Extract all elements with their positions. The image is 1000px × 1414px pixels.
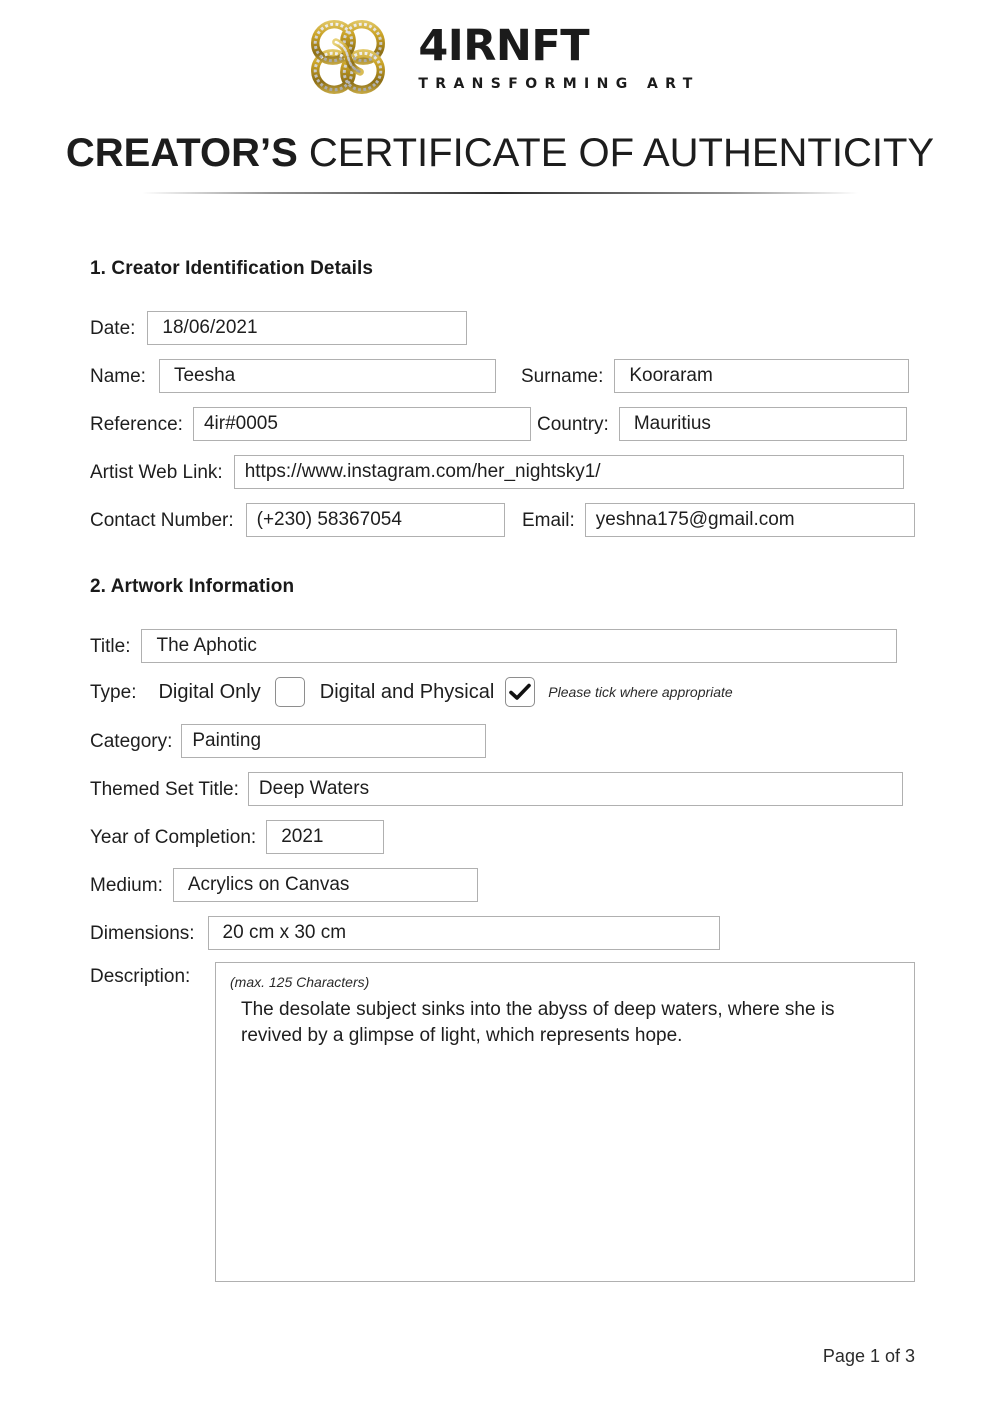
field-row-dimensions: Dimensions: 20 cm x 30 cm bbox=[90, 916, 720, 950]
year-of-completion-field[interactable]: 2021 bbox=[266, 820, 385, 854]
field-row-surname: Surname: Kooraram bbox=[521, 359, 910, 393]
field-row-year-of-completion: Year of Completion: 2021 bbox=[90, 820, 385, 854]
medium-label: Medium: bbox=[90, 874, 163, 896]
medium-field[interactable]: Acrylics on Canvas bbox=[172, 868, 478, 902]
type-option-digital-only-label: Digital Only bbox=[158, 680, 261, 703]
page-title-emphasis: CREATOR’S bbox=[65, 131, 298, 175]
brand-tagline: TRANSFORMING ART bbox=[418, 76, 700, 92]
type-label: Type: bbox=[90, 681, 137, 703]
field-row-date: Date: 18/06/2021 bbox=[90, 311, 468, 345]
field-row-name: Name: Teesha bbox=[90, 359, 496, 393]
field-row-themed-set-title: Themed Set Title: Deep Waters bbox=[90, 772, 903, 806]
contact-number-field[interactable]: (+230) 58367054 bbox=[245, 503, 505, 537]
country-field[interactable]: Mauritius bbox=[618, 407, 907, 441]
check-icon bbox=[506, 678, 534, 706]
quatrefoil-knot-logo-icon bbox=[300, 14, 396, 100]
email-label: Email: bbox=[522, 509, 575, 531]
description-label: Description: bbox=[90, 966, 191, 987]
field-row-country: Country: Mauritius bbox=[537, 407, 907, 441]
type-hint: Please tick where appropriate bbox=[548, 684, 733, 700]
field-row-email: Email: yeshna175@gmail.com bbox=[522, 503, 915, 537]
name-field[interactable]: Teesha bbox=[158, 359, 496, 393]
category-label: Category: bbox=[90, 730, 173, 752]
date-label: Date: bbox=[90, 317, 136, 339]
reference-field[interactable]: 4ir#0005 bbox=[192, 407, 531, 441]
description-value: The desolate subject sinks into the abys… bbox=[241, 999, 835, 1046]
web-link-label: Artist Web Link: bbox=[90, 461, 223, 483]
field-row-contact-number: Contact Number: (+230) 58367054 bbox=[90, 503, 505, 537]
name-label: Name: bbox=[90, 365, 146, 387]
year-of-completion-label: Year of Completion: bbox=[90, 826, 257, 848]
country-label: Country: bbox=[537, 413, 609, 435]
field-row-web-link: Artist Web Link: https://www.instagram.c… bbox=[90, 455, 904, 489]
dimensions-field[interactable]: 20 cm x 30 cm bbox=[207, 916, 720, 950]
field-row-title: Title: The Aphotic bbox=[90, 629, 898, 663]
title-field[interactable]: The Aphotic bbox=[141, 629, 898, 663]
brand-header: 4IRNFT TRANSFORMING ART bbox=[0, 14, 1000, 100]
field-row-reference: Reference: 4ir#0005 bbox=[90, 407, 531, 441]
description-hint: (max. 125 Characters) bbox=[230, 974, 370, 990]
surname-field[interactable]: Kooraram bbox=[614, 359, 910, 393]
checkbox-digital-only[interactable] bbox=[274, 677, 305, 707]
email-field[interactable]: yeshna175@gmail.com bbox=[584, 503, 915, 537]
brand-name: 4IRNFT bbox=[418, 21, 590, 71]
themed-set-title-field[interactable]: Deep Waters bbox=[247, 772, 903, 806]
checkbox-digital-and-physical[interactable] bbox=[505, 677, 536, 707]
date-field[interactable]: 18/06/2021 bbox=[147, 311, 468, 345]
description-field[interactable]: (max. 125 Characters) The desolate subje… bbox=[215, 962, 915, 1282]
type-option-digital-and-physical-label: Digital and Physical bbox=[319, 680, 495, 703]
field-row-medium: Medium: Acrylics on Canvas bbox=[90, 868, 478, 902]
section-heading-artwork-information: 2. Artwork Information bbox=[90, 576, 295, 597]
themed-set-title-label: Themed Set Title: bbox=[90, 778, 239, 800]
title-label: Title: bbox=[90, 635, 131, 657]
title-divider bbox=[142, 192, 858, 194]
page-title: CREATOR’S CERTIFICATE OF AUTHENTICITY bbox=[0, 128, 1000, 178]
field-row-type: Type: Digital Only Digital and Physical … bbox=[90, 675, 733, 709]
surname-label: Surname: bbox=[521, 365, 604, 387]
dimensions-label: Dimensions: bbox=[90, 922, 195, 944]
category-field[interactable]: Painting bbox=[181, 724, 487, 758]
reference-label: Reference: bbox=[90, 413, 183, 435]
contact-number-label: Contact Number: bbox=[90, 509, 234, 531]
web-link-field[interactable]: https://www.instagram.com/her_nightsky1/ bbox=[233, 455, 904, 489]
section-heading-creator-identification: 1. Creator Identification Details bbox=[90, 258, 374, 279]
field-row-category: Category: Painting bbox=[90, 724, 487, 758]
page-footer: Page 1 of 3 bbox=[822, 1346, 915, 1366]
page-title-rest: CERTIFICATE OF AUTHENTICITY bbox=[297, 131, 935, 175]
